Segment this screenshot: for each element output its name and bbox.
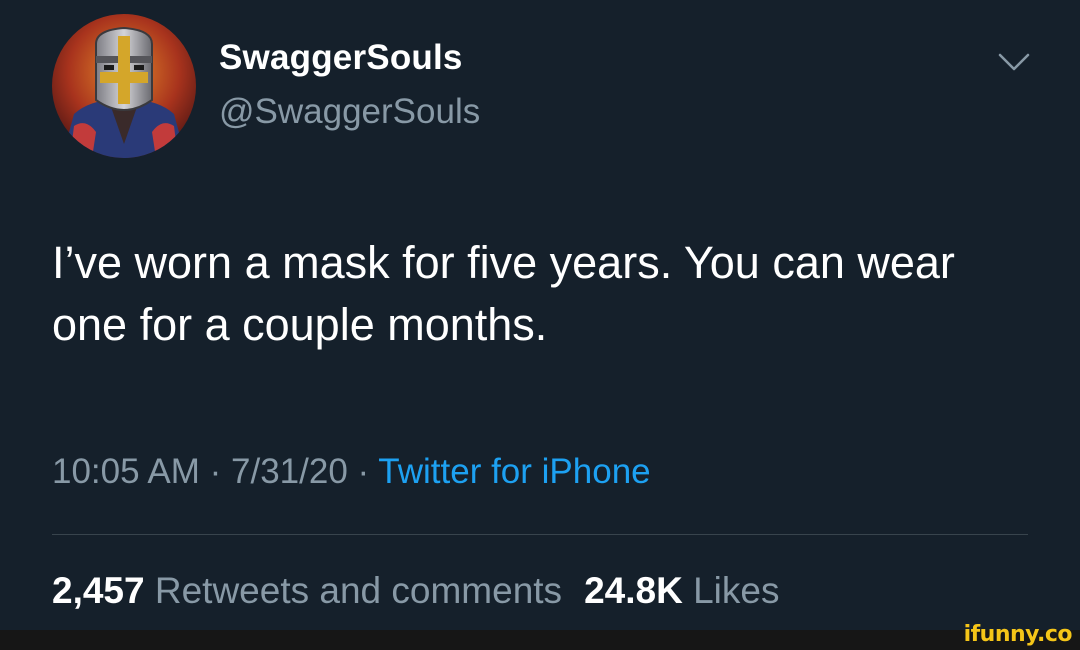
tweet-text: I’ve worn a mask for five years. You can… <box>52 237 955 350</box>
likes-stat[interactable]: 24.8K Likes <box>584 570 779 611</box>
tweet-date[interactable]: 7/31/20 <box>231 452 348 491</box>
watermark-bar <box>0 630 1080 650</box>
retweets-count: 2,457 <box>52 570 145 611</box>
avatar[interactable] <box>52 14 196 158</box>
retweets-stat[interactable]: 2,457 Retweets and comments <box>52 570 562 611</box>
meta-separator: · <box>357 452 370 491</box>
divider <box>52 534 1028 535</box>
tweet-time[interactable]: 10:05 AM <box>52 452 200 491</box>
user-handle[interactable]: @SwaggerSouls <box>219 92 480 132</box>
watermark-logo: ifunny.co <box>963 622 1073 647</box>
chevron-down-icon[interactable] <box>996 50 1032 74</box>
retweets-label: Retweets and comments <box>154 570 563 611</box>
tweet-stats: 2,457 Retweets and comments 24.8K Likes <box>52 570 801 612</box>
tweet-card: SwaggerSouls @SwaggerSouls I’ve worn a m… <box>0 0 1080 630</box>
knight-helmet-avatar-icon <box>52 14 196 158</box>
display-name[interactable]: SwaggerSouls <box>219 38 463 78</box>
tweet-source-link[interactable]: Twitter for iPhone <box>378 452 650 491</box>
meta-separator: · <box>209 452 222 491</box>
tweet-metadata: 10:05 AM · 7/31/20 · Twitter for iPhone <box>52 452 651 492</box>
likes-count: 24.8K <box>584 570 683 611</box>
likes-label: Likes <box>693 570 780 611</box>
